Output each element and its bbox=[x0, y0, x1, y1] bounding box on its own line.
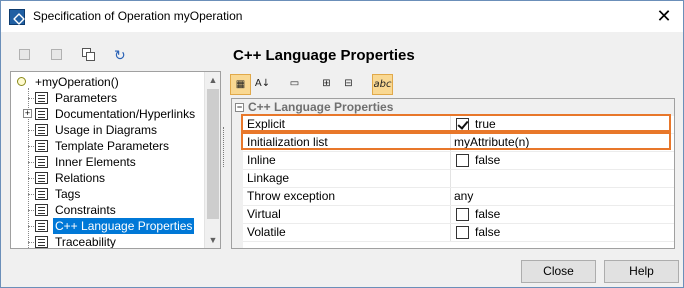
property-name: Virtual bbox=[247, 206, 451, 223]
specification-tree[interactable]: +myOperation() Parameters + Documentatio… bbox=[10, 71, 221, 249]
document-icon bbox=[35, 124, 48, 136]
tree-root-label: +myOperation() bbox=[35, 75, 119, 89]
help-button[interactable]: Help bbox=[604, 260, 679, 283]
operation-icon bbox=[17, 77, 26, 86]
document-icon bbox=[35, 220, 48, 232]
document-icon bbox=[35, 204, 48, 216]
tree-item-label: Relations bbox=[55, 171, 106, 185]
throw-exception-field[interactable]: any bbox=[454, 188, 473, 205]
scroll-down-icon[interactable]: ▼ bbox=[205, 232, 220, 248]
tree-item-documentation[interactable]: + Documentation/Hyperlinks bbox=[11, 106, 206, 122]
property-name: Initialization list bbox=[247, 134, 451, 151]
property-grid: − C++ Language Properties Explicit true … bbox=[231, 98, 675, 249]
tree-item-label: Inner Elements bbox=[55, 155, 136, 169]
tree-item-label: Usage in Diagrams bbox=[55, 123, 158, 137]
property-value-text: false bbox=[475, 225, 501, 239]
window-title: Specification of Operation myOperation bbox=[33, 9, 243, 23]
property-group-label: C++ Language Properties bbox=[248, 100, 394, 114]
property-value[interactable]: false bbox=[453, 206, 673, 223]
property-row-linkage[interactable]: Linkage bbox=[243, 170, 674, 188]
close-window-button[interactable]: ✕ bbox=[653, 5, 675, 27]
virtual-checkbox[interactable] bbox=[456, 208, 469, 221]
property-row-inline[interactable]: Inline false bbox=[243, 152, 674, 170]
document-icon bbox=[35, 236, 48, 248]
property-value-text: false bbox=[475, 153, 501, 167]
collapse-icon[interactable] bbox=[49, 47, 65, 63]
tree-root[interactable]: +myOperation() bbox=[11, 74, 206, 90]
property-value[interactable]: myAttribute(n) bbox=[453, 134, 673, 151]
property-value[interactable]: true bbox=[453, 116, 673, 133]
document-icon bbox=[35, 156, 48, 168]
shortcut-icon[interactable]: ▭ bbox=[284, 74, 305, 95]
dialog-window: Specification of Operation myOperation ✕… bbox=[0, 0, 684, 288]
property-value-text: false bbox=[475, 207, 501, 221]
tree-item-tags[interactable]: Tags bbox=[11, 186, 206, 202]
property-row-throw-exception[interactable]: Throw exception any bbox=[243, 188, 674, 206]
property-group-header[interactable]: − C++ Language Properties bbox=[232, 99, 674, 116]
tree-item-label: Tags bbox=[55, 187, 81, 201]
tree-item-label: Documentation/Hyperlinks bbox=[55, 107, 196, 121]
property-value[interactable]: any bbox=[453, 188, 673, 205]
collapse-group-icon[interactable]: − bbox=[235, 103, 244, 112]
tree-toolbar: ↻ bbox=[17, 47, 129, 67]
document-icon bbox=[35, 92, 48, 104]
property-row-explicit[interactable]: Explicit true bbox=[243, 116, 674, 134]
categorized-icon[interactable]: ▦ bbox=[230, 74, 251, 95]
tree-scrollbar[interactable]: ▲ ▼ bbox=[204, 72, 220, 248]
initialization-list-field[interactable]: myAttribute(n) bbox=[454, 134, 529, 151]
property-value[interactable]: false bbox=[453, 152, 673, 169]
tree-item-label: Template Parameters bbox=[55, 139, 170, 153]
title-bar: Specification of Operation myOperation ✕ bbox=[1, 1, 683, 32]
tree-item-cpp-language-properties[interactable]: C++ Language Properties bbox=[11, 218, 206, 234]
property-name: Volatile bbox=[247, 224, 451, 241]
explicit-checkbox[interactable] bbox=[456, 118, 469, 131]
property-value[interactable] bbox=[453, 170, 673, 187]
property-name: Throw exception bbox=[247, 188, 451, 205]
document-icon bbox=[35, 188, 48, 200]
tree-item-parameters[interactable]: Parameters bbox=[11, 90, 206, 106]
copy-icon[interactable] bbox=[81, 47, 97, 63]
tree-item-label: Parameters bbox=[55, 91, 118, 105]
scroll-up-icon[interactable]: ▲ bbox=[205, 72, 220, 88]
expand-node-icon[interactable]: + bbox=[23, 109, 32, 118]
property-row-volatile[interactable]: Volatile false bbox=[243, 224, 674, 242]
property-value-text: true bbox=[475, 117, 496, 131]
tree-item-traceability[interactable]: Traceability bbox=[11, 234, 206, 249]
property-name: Inline bbox=[247, 152, 451, 169]
property-row-virtual[interactable]: Virtual false bbox=[243, 206, 674, 224]
tree-item-label: Constraints bbox=[55, 203, 116, 217]
property-row-initialization-list[interactable]: Initialization list myAttribute(n) bbox=[243, 134, 674, 152]
tree-item-constraints[interactable]: Constraints bbox=[11, 202, 206, 218]
property-value[interactable]: false bbox=[453, 224, 673, 241]
tree-item-inner-elements[interactable]: Inner Elements bbox=[11, 154, 206, 170]
page-title: C++ Language Properties bbox=[233, 47, 415, 64]
refresh-icon[interactable]: ↻ bbox=[113, 47, 129, 63]
collapse-all-icon[interactable]: ⊟ bbox=[338, 74, 359, 95]
expand-all-icon[interactable]: ⊞ bbox=[316, 74, 337, 95]
app-icon bbox=[9, 9, 25, 25]
document-icon bbox=[35, 108, 48, 120]
tree-item-usage-in-diagrams[interactable]: Usage in Diagrams bbox=[11, 122, 206, 138]
tree-item-template-parameters[interactable]: Template Parameters bbox=[11, 138, 206, 154]
panel-splitter[interactable] bbox=[223, 127, 225, 167]
close-button[interactable]: Close bbox=[521, 260, 596, 283]
document-icon bbox=[35, 172, 48, 184]
tree-item-label-selected: C++ Language Properties bbox=[53, 218, 195, 234]
sort-az-icon[interactable]: A↓ bbox=[252, 74, 273, 95]
document-icon bbox=[35, 140, 48, 152]
scroll-thumb[interactable] bbox=[207, 89, 219, 219]
volatile-checkbox[interactable] bbox=[456, 226, 469, 239]
property-name: Explicit bbox=[247, 116, 451, 133]
property-name: Linkage bbox=[247, 170, 451, 187]
inline-checkbox[interactable] bbox=[456, 154, 469, 167]
abc-filter-icon[interactable]: abc bbox=[372, 74, 393, 95]
tree-item-relations[interactable]: Relations bbox=[11, 170, 206, 186]
expand-icon[interactable] bbox=[17, 47, 33, 63]
tree-item-label: Traceability bbox=[55, 235, 116, 249]
